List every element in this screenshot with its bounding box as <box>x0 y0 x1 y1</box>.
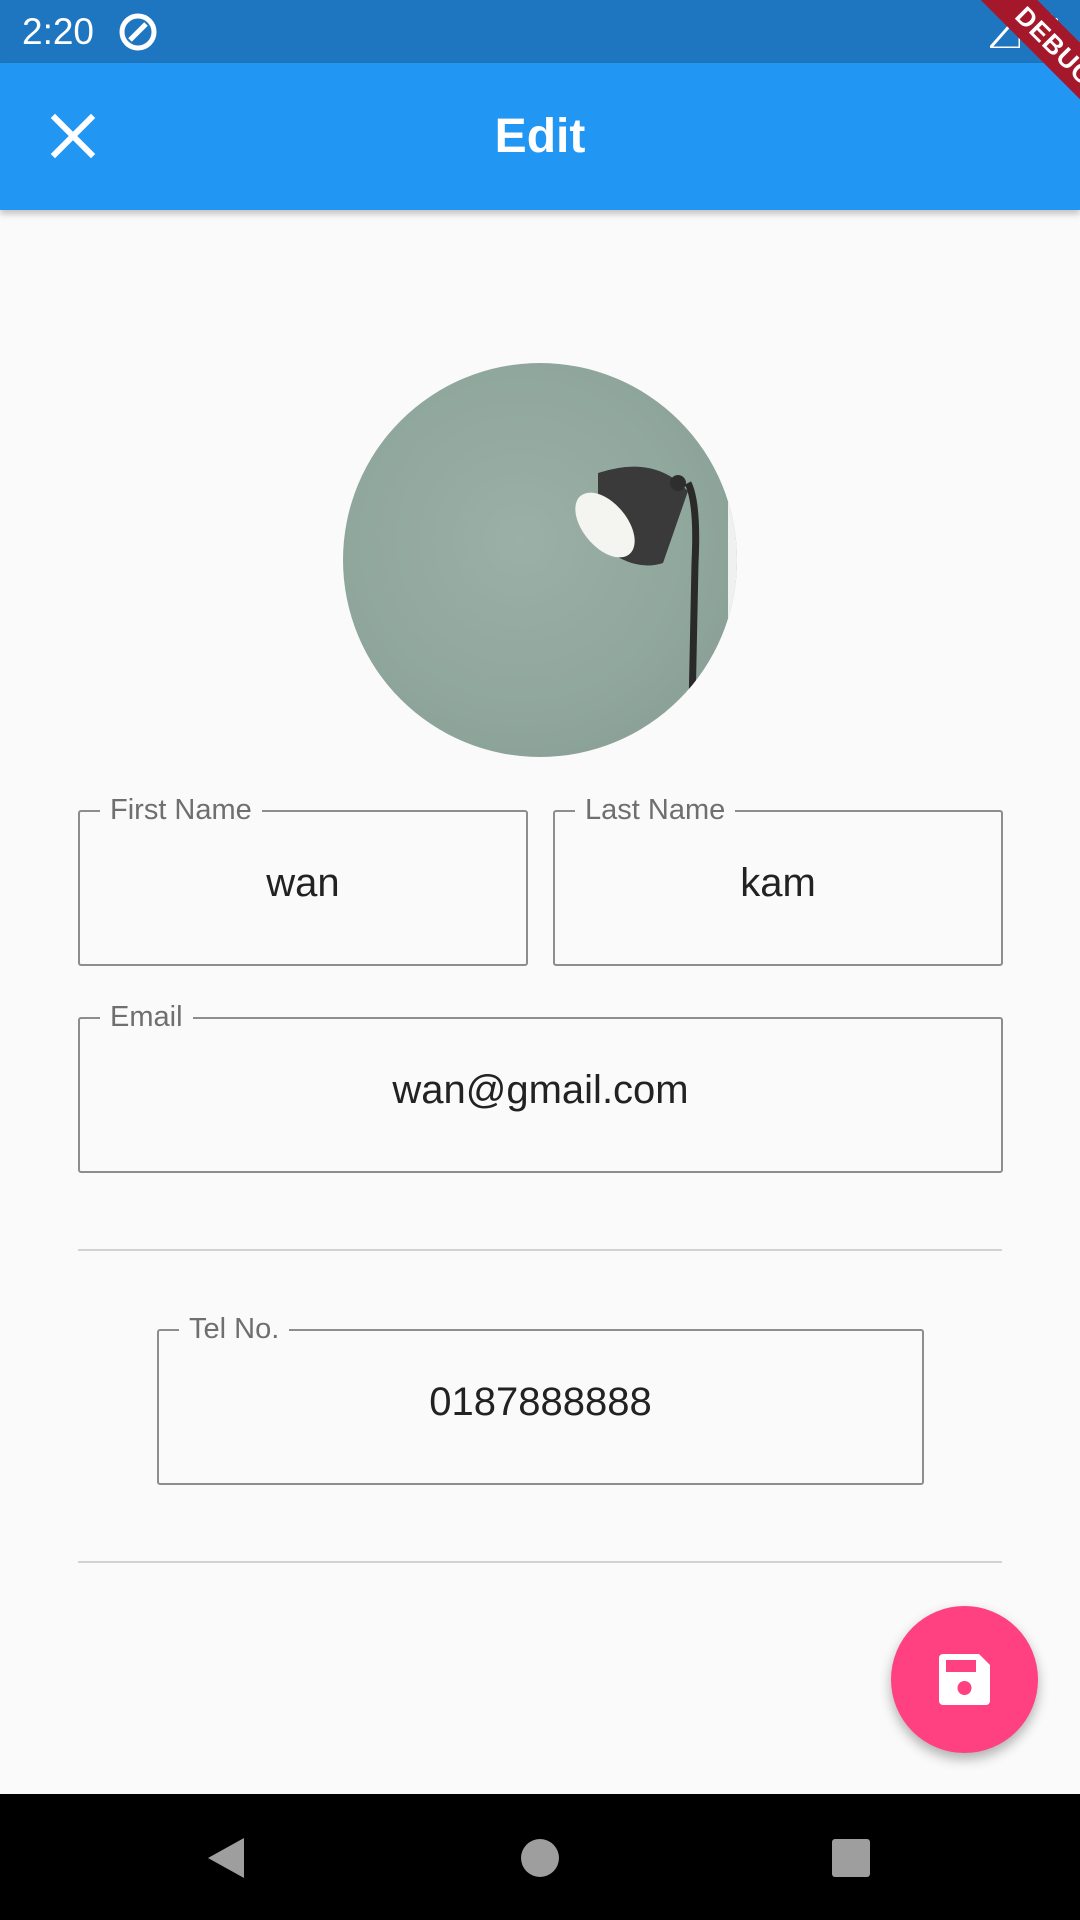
status-bar <box>0 0 1080 63</box>
back-icon[interactable] <box>204 1834 248 1882</box>
save-button[interactable] <box>891 1606 1038 1753</box>
email-value: wan@gmail.com <box>392 1068 689 1112</box>
save-icon <box>939 1654 990 1705</box>
lamp-image <box>575 363 737 757</box>
last-name-label: Last Name <box>575 790 736 830</box>
first-name-value: wan <box>266 861 340 905</box>
app-notification-icon <box>119 13 157 51</box>
home-icon[interactable] <box>520 1838 560 1878</box>
last-name-value: kam <box>740 861 816 905</box>
email-label: Email <box>100 997 193 1037</box>
battery-icon <box>1038 14 1058 48</box>
status-time: 2:20 <box>22 11 95 52</box>
first-name-field[interactable]: First Name wan <box>78 790 528 966</box>
signal-icon <box>990 14 1020 48</box>
tel-field[interactable]: Tel No. 0187888888 <box>157 1309 924 1485</box>
divider <box>78 1249 1002 1251</box>
page-title: Edit <box>494 110 586 163</box>
tel-label: Tel No. <box>179 1309 290 1349</box>
recents-icon[interactable] <box>831 1838 871 1878</box>
tel-value: 0187888888 <box>429 1380 652 1424</box>
divider <box>78 1561 1002 1563</box>
email-field[interactable]: Email wan@gmail.com <box>78 997 1003 1173</box>
avatar[interactable] <box>343 363 737 757</box>
last-name-field[interactable]: Last Name kam <box>553 790 1003 966</box>
first-name-label: First Name <box>100 790 262 830</box>
